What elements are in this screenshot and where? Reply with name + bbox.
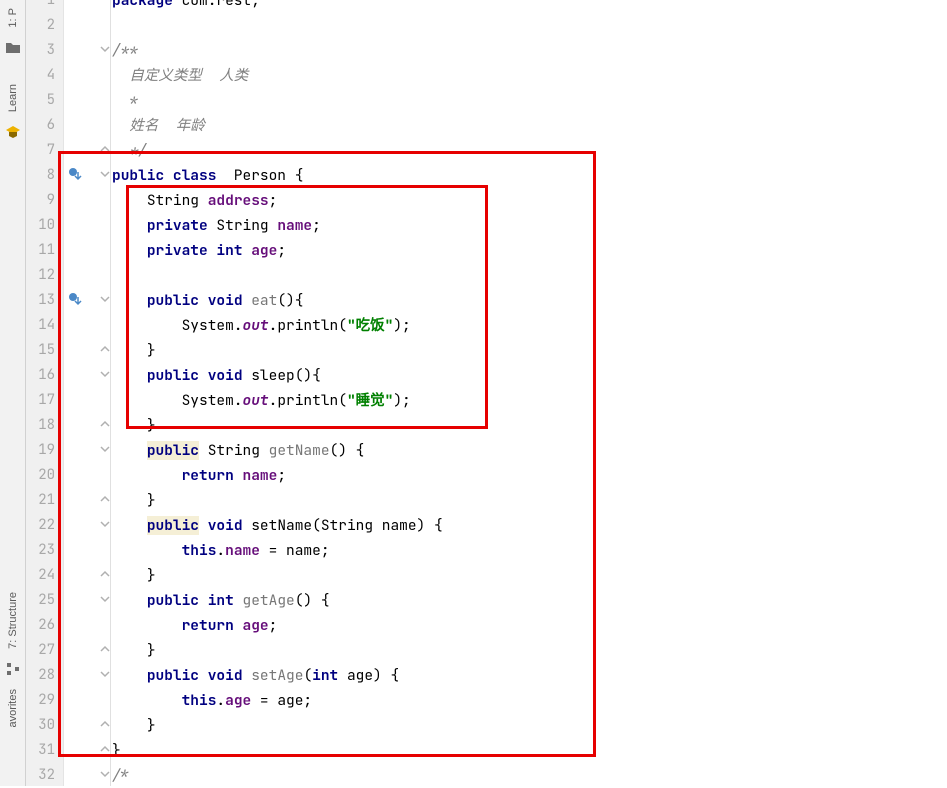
code-line: }: [111, 713, 947, 738]
line-number: 16: [26, 363, 63, 388]
fold-open-icon[interactable]: [100, 365, 110, 375]
line-number: 4: [26, 63, 63, 88]
code-line: return age;: [111, 613, 947, 638]
code-line: }: [111, 413, 947, 438]
structure-icon: [5, 661, 21, 677]
learn-icon: [5, 124, 21, 140]
code-line: /**: [111, 38, 947, 63]
line-number: 11: [26, 238, 63, 263]
code-line: 自定义类型 人类: [111, 63, 947, 88]
code-line: System.out.println("吃饭");: [111, 313, 947, 338]
fold-open-icon[interactable]: [100, 290, 110, 300]
code-line: }: [111, 638, 947, 663]
code-line: }: [111, 338, 947, 363]
line-number: 18: [26, 413, 63, 438]
line-number: 2: [26, 13, 63, 38]
fold-close-icon[interactable]: [100, 715, 110, 725]
line-number: 6: [26, 113, 63, 138]
code-line: package com.rest;: [111, 0, 947, 13]
folder-icon: [5, 40, 21, 56]
line-number: 19: [26, 438, 63, 463]
fold-open-icon[interactable]: [100, 515, 110, 525]
code-line: 姓名 年龄: [111, 113, 947, 138]
line-number: 12: [26, 263, 63, 288]
code-line: public void sleep(){: [111, 363, 947, 388]
code-line: private int age;: [111, 238, 947, 263]
line-number: 7: [26, 138, 63, 163]
code-line: [111, 263, 947, 288]
tool-window-rail: 1: P Learn 7: Structure avorites: [0, 0, 26, 786]
fold-close-icon[interactable]: [100, 740, 110, 750]
code-line: private String name;: [111, 213, 947, 238]
line-number: 3: [26, 38, 63, 63]
code-line: this.name = name;: [111, 538, 947, 563]
line-number: 26: [26, 613, 63, 638]
fold-close-icon[interactable]: [100, 640, 110, 650]
code-line: /*: [111, 763, 947, 788]
line-number: 10: [26, 213, 63, 238]
code-line: public class Person {: [111, 163, 947, 188]
code-line: String address;: [111, 188, 947, 213]
fold-open-icon[interactable]: [100, 765, 110, 775]
code-line: *: [111, 88, 947, 113]
fold-open-icon[interactable]: [100, 165, 110, 175]
code-line: public int getAge() {: [111, 588, 947, 613]
rail-project[interactable]: 1: P: [7, 0, 19, 36]
line-number: 23: [26, 538, 63, 563]
fold-close-icon[interactable]: [100, 340, 110, 350]
line-number: 17: [26, 388, 63, 413]
override-icon[interactable]: [68, 292, 82, 306]
line-number: 5: [26, 88, 63, 113]
line-number: 24: [26, 563, 63, 588]
line-number: 20: [26, 463, 63, 488]
code-line: */: [111, 138, 947, 163]
line-number: 29: [26, 688, 63, 713]
line-number: 14: [26, 313, 63, 338]
fold-open-icon[interactable]: [100, 440, 110, 450]
rail-learn[interactable]: Learn: [7, 76, 19, 120]
marker-gutter: [64, 0, 110, 786]
code-line: System.out.println("睡觉");: [111, 388, 947, 413]
code-line: }: [111, 563, 947, 588]
fold-close-icon[interactable]: [100, 415, 110, 425]
line-number: 22: [26, 513, 63, 538]
code-line: [111, 13, 947, 38]
fold-open-icon[interactable]: [100, 40, 110, 50]
line-number: 15: [26, 338, 63, 363]
line-number-gutter[interactable]: 1 2 3 4 5 6 7 8 9 10 11 12 13 14 15 16 1…: [26, 0, 64, 786]
rail-favorites[interactable]: avorites: [7, 681, 19, 736]
code-line: public void setAge(int age) {: [111, 663, 947, 688]
line-number: 1: [26, 0, 63, 13]
line-number: 25: [26, 588, 63, 613]
line-number: 21: [26, 488, 63, 513]
code-line: this.age = age;: [111, 688, 947, 713]
fold-close-icon[interactable]: [100, 565, 110, 575]
code-line: return name;: [111, 463, 947, 488]
rail-structure[interactable]: 7: Structure: [7, 584, 19, 657]
code-editor[interactable]: package com.rest; /** 自定义类型 人类 * 姓名 年龄 *…: [111, 0, 947, 786]
line-number: 31: [26, 738, 63, 763]
fold-open-icon[interactable]: [100, 590, 110, 600]
line-number: 28: [26, 663, 63, 688]
line-number: 27: [26, 638, 63, 663]
line-number: 13: [26, 288, 63, 313]
fold-close-icon[interactable]: [100, 490, 110, 500]
code-line: }: [111, 488, 947, 513]
code-line: }: [111, 738, 947, 763]
fold-close-icon[interactable]: [100, 140, 110, 150]
override-icon[interactable]: [68, 167, 82, 181]
line-number: 9: [26, 188, 63, 213]
code-line: public String getName() {: [111, 438, 947, 463]
line-number: 8: [26, 163, 63, 188]
line-number: 32: [26, 763, 63, 788]
line-number: 30: [26, 713, 63, 738]
code-line: public void setName(String name) {: [111, 513, 947, 538]
code-line: public void eat(){: [111, 288, 947, 313]
fold-open-icon[interactable]: [100, 665, 110, 675]
